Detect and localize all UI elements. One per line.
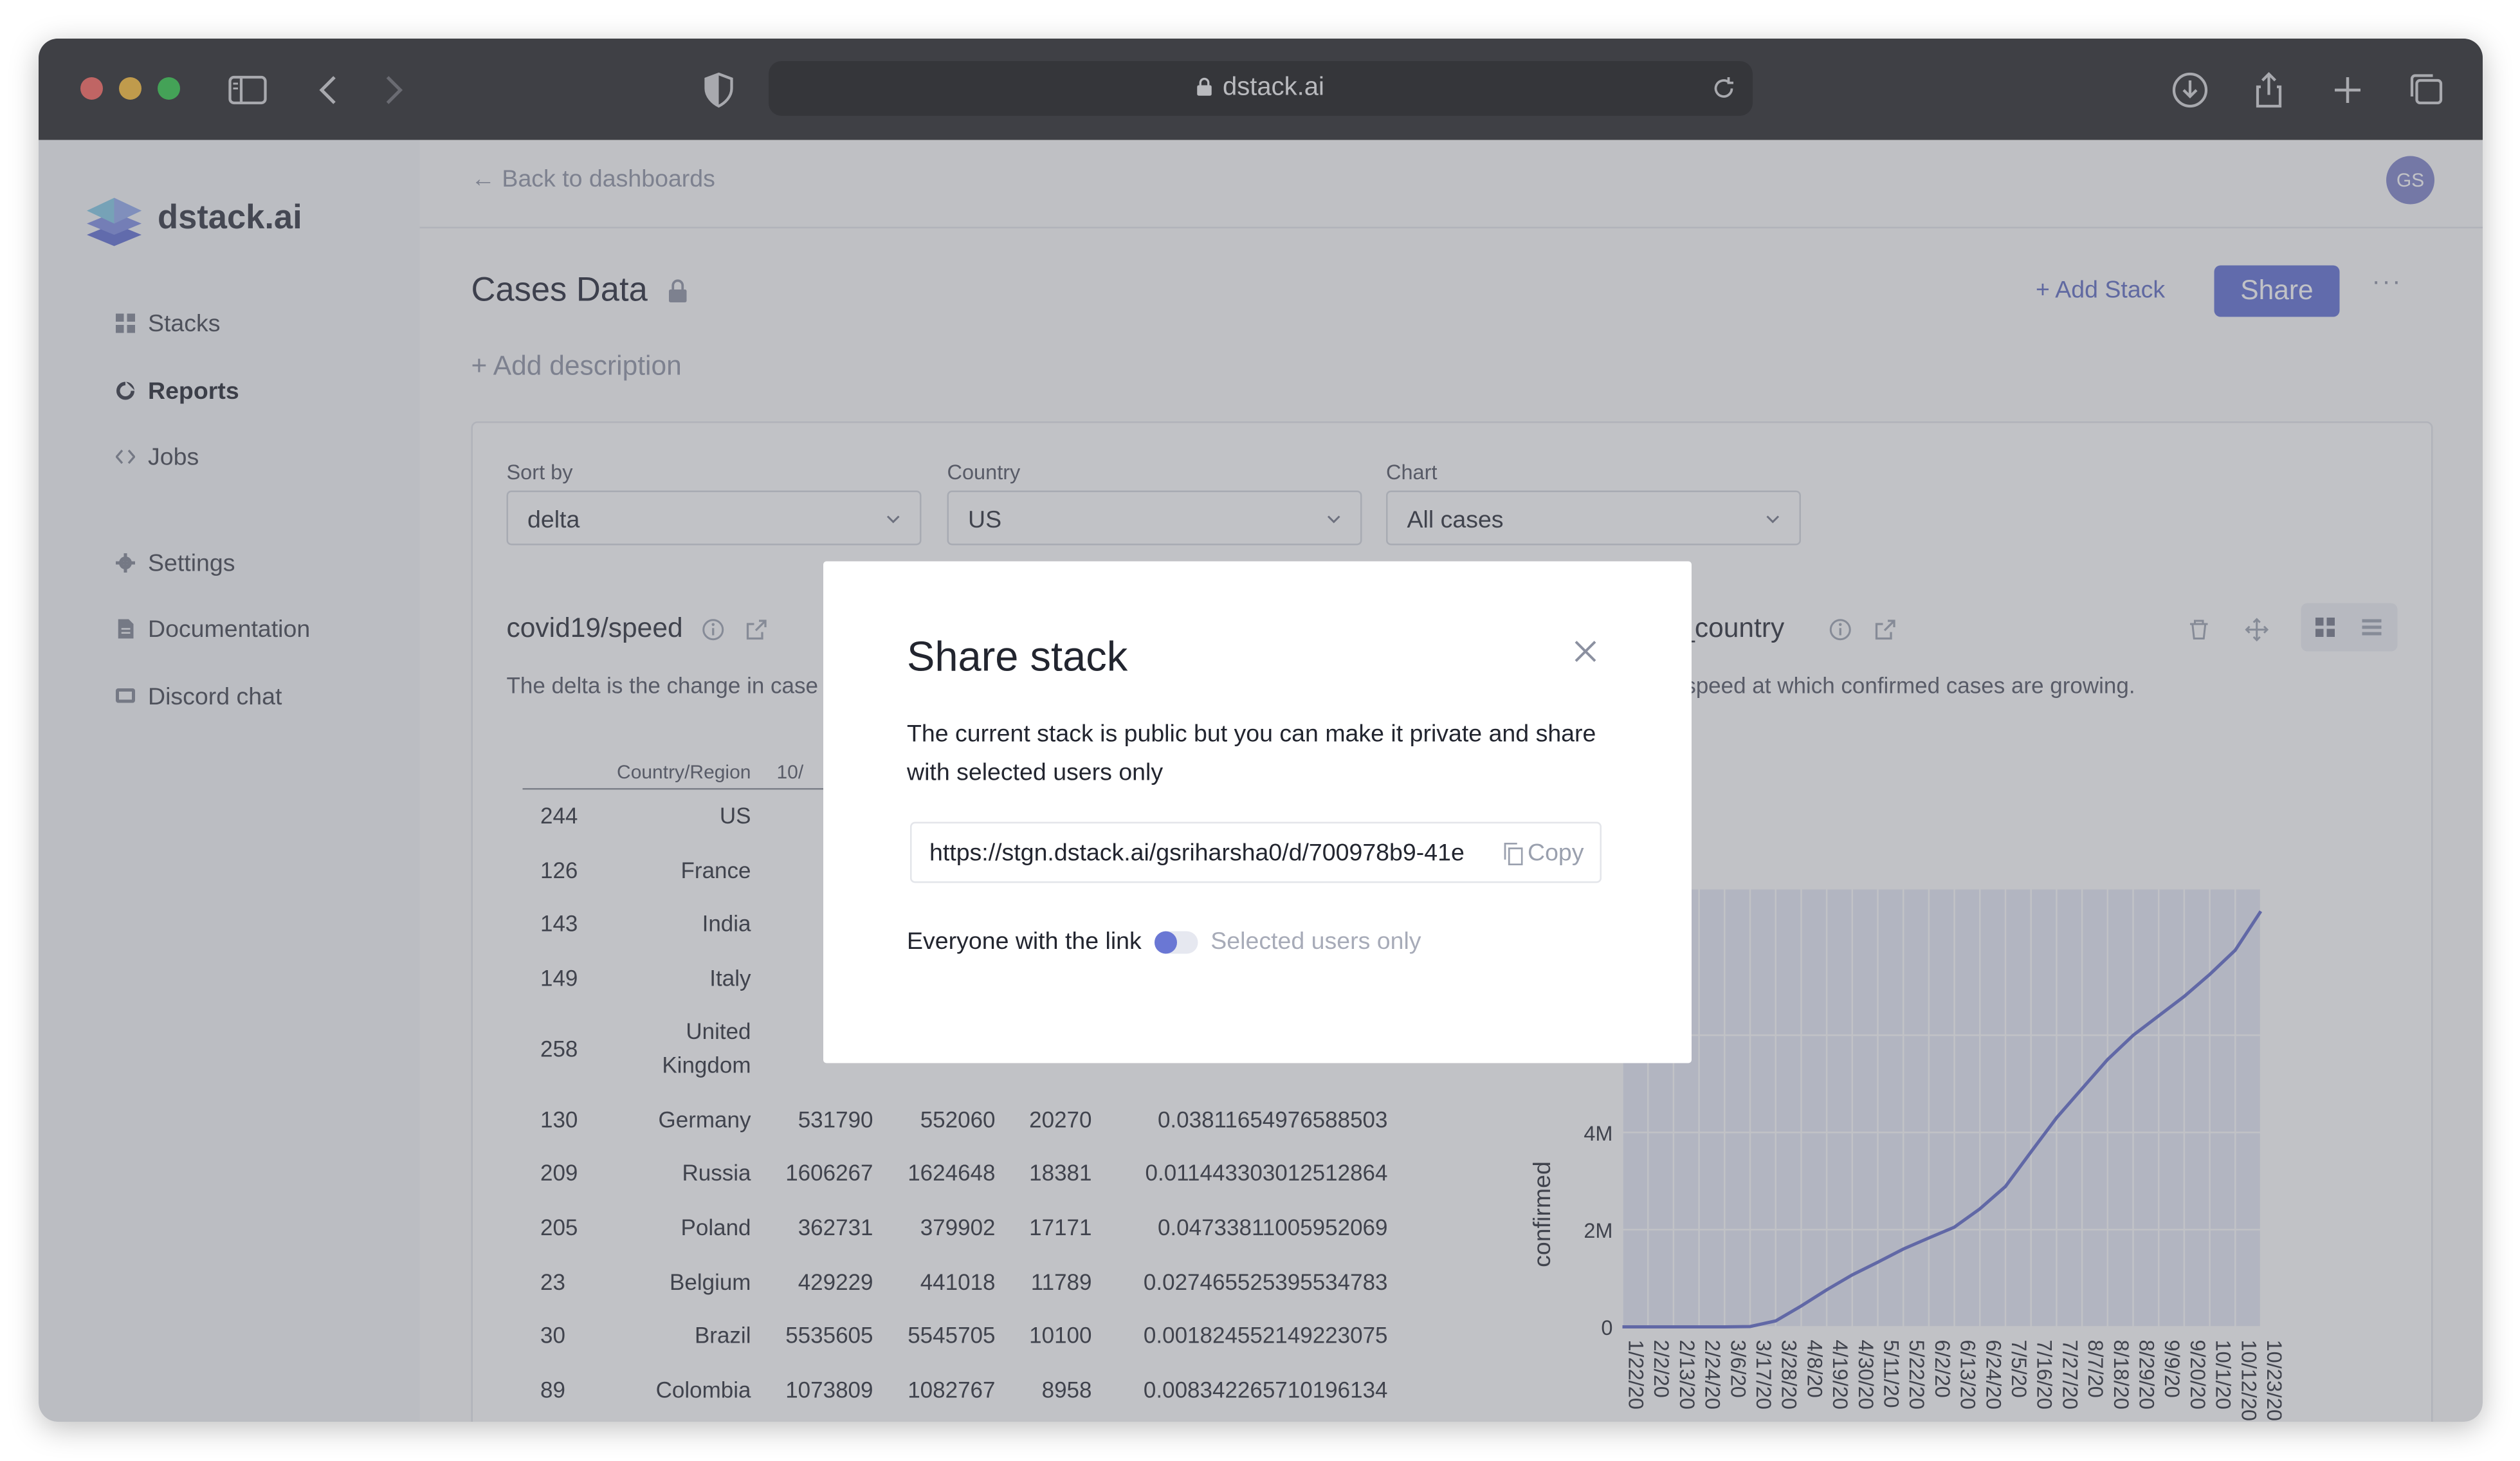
browser-window: dstack.ai dstack.ai Stacks Reports Jobs … (39, 39, 2483, 1422)
dialog-title: Share stack (907, 632, 1128, 681)
visibility-toggle[interactable] (1154, 930, 1198, 953)
toggle-knob (1154, 930, 1177, 953)
share-link-text[interactable]: https://stgn.dstack.ai/gsriharsha0/d/700… (929, 840, 1484, 867)
share-stack-dialog: Share stack The current stack is public … (823, 561, 1692, 1063)
dialog-description: The current stack is public but you can … (907, 721, 1596, 787)
close-icon[interactable] (1573, 639, 1598, 665)
copy-icon (1504, 841, 1523, 865)
copy-button[interactable]: Copy (1504, 840, 1584, 867)
share-link-field[interactable]: https://stgn.dstack.ai/gsriharsha0/d/700… (910, 822, 1602, 883)
visibility-row: Everyone with the link Selected users on… (907, 928, 1421, 956)
public-option-label: Everyone with the link (907, 928, 1142, 956)
copy-label: Copy (1528, 840, 1584, 867)
private-option-label: Selected users only (1210, 928, 1421, 956)
